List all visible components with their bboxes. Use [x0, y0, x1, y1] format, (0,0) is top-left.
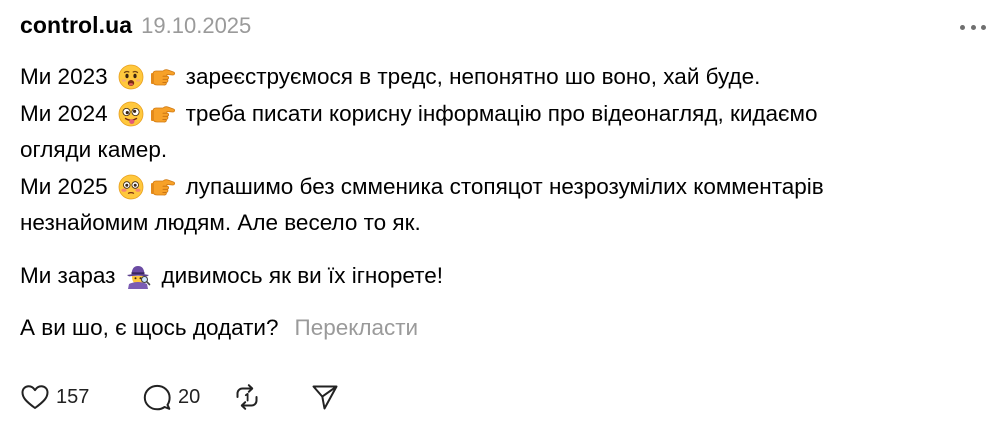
detective-emoji-icon [125, 263, 151, 289]
share-button[interactable] [310, 382, 340, 412]
post-header: control.ua 19.10.2025 [20, 12, 251, 42]
post-line: незнайомим людям. Але весело то як. [20, 205, 985, 242]
post-text: дивимось як ви їх ігнорете! [161, 262, 443, 288]
post-line: Ми 2023 зареєструємося в тредс, непонятн… [20, 59, 985, 96]
post-date[interactable]: 19.10.2025 [141, 13, 251, 39]
post-line: Ми 2025 лупашимо без смменика стопяцот н… [20, 169, 985, 206]
translate-link[interactable]: Перекласти [295, 310, 419, 347]
post-text: огляди камер. [20, 137, 168, 162]
send-icon [310, 382, 340, 412]
reply-count: 20 [178, 385, 201, 408]
post-body: Ми 2023 зареєструємося в тредс, непонятн… [20, 59, 985, 347]
like-count: 157 [56, 385, 90, 408]
worried-face-emoji-icon [118, 64, 144, 90]
heart-icon [20, 383, 50, 411]
flushed-face-emoji-icon [118, 174, 144, 200]
post-text: зареєструємося в тредс, непонятно шо вон… [185, 64, 761, 89]
username-link[interactable]: control.ua [20, 12, 132, 39]
pointing-right-emoji-icon [150, 101, 176, 127]
pointing-right-emoji-icon [150, 64, 176, 90]
more-options-icon[interactable] [960, 16, 986, 38]
year-label: Ми 2023 [20, 64, 108, 89]
post-actions: 157 20 [20, 380, 340, 414]
goofy-face-emoji-icon [118, 101, 144, 127]
comment-icon [142, 383, 172, 411]
post-line: Ми зараз дивимось як ви їх ігнорете! [20, 258, 985, 295]
year-label: Ми 2024 [20, 100, 108, 126]
thread-post: control.ua 19.10.2025 Ми 2023 зареєструє… [0, 0, 1000, 428]
like-button[interactable]: 157 [20, 383, 120, 411]
post-text-prefix: Ми зараз [20, 262, 116, 288]
post-line: огляди камер. [20, 132, 985, 169]
post-line: А ви шо, є щось додати? Перекласти [20, 310, 985, 347]
post-text: лупашимо без смменика стопяцот незрозумі… [185, 173, 824, 199]
post-line: Ми 2024 треба писати корисну інформацію … [20, 96, 985, 133]
post-text: незнайомим людям. Але весело то як. [20, 210, 421, 235]
repost-icon [232, 382, 262, 412]
reply-button[interactable]: 20 [142, 383, 242, 411]
year-label: Ми 2025 [20, 173, 108, 199]
pointing-right-emoji-icon [150, 174, 176, 200]
post-text: А ви шо, є щось додати? [20, 315, 279, 340]
repost-button[interactable] [232, 382, 262, 412]
post-text: треба писати корисну інформацію про віде… [185, 100, 818, 126]
